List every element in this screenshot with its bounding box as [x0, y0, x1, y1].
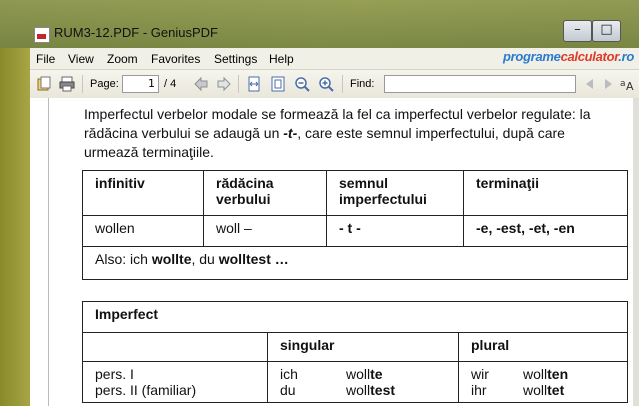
- document-viewport[interactable]: Imperfectul verbelor modale se formează …: [30, 98, 639, 406]
- table-row: wir wollten: [471, 366, 615, 382]
- menu-zoom[interactable]: Zoom: [107, 52, 138, 66]
- person-2: pers. II (familiar): [95, 382, 197, 398]
- logo-part-2: calculator: [560, 49, 619, 64]
- minimize-button[interactable]: –: [563, 20, 592, 42]
- toolbar: Page: 1 / 4 Find: aA: [30, 70, 639, 99]
- intro-line-2b: , care este semnul imperfectului, după c…: [297, 125, 565, 141]
- svg-text:A: A: [626, 80, 634, 92]
- also-prefix: Also: ich: [95, 251, 152, 267]
- plural-cell: wir wollten ihr wolltet: [458, 361, 628, 403]
- cell-terminatii: -e, -est, -et, -en: [463, 215, 628, 247]
- person-1: pers. I: [95, 366, 134, 382]
- find-input[interactable]: [384, 75, 576, 93]
- window-title: RUM3-12.PDF - GeniusPDF: [54, 25, 218, 40]
- table-row: du wolltest: [280, 382, 446, 398]
- zoom-in-icon[interactable]: [318, 76, 334, 92]
- plural-ending: ten: [547, 366, 569, 382]
- page-label: Page:: [90, 78, 119, 90]
- pdf-page: Imperfectul verbelor modale se formează …: [48, 98, 635, 406]
- fit-width-icon[interactable]: [246, 76, 262, 92]
- person-cell: pers. I pers. II (familiar): [82, 361, 268, 403]
- vertical-scrollbar[interactable]: [633, 98, 639, 406]
- intro-line-1: Imperfectul verbelor modale se formează …: [84, 106, 591, 122]
- match-case-icon[interactable]: aA: [620, 76, 636, 92]
- page-number-input[interactable]: 1: [122, 75, 159, 93]
- singular-ending: te: [370, 366, 383, 382]
- singular-stem: woll: [346, 382, 371, 398]
- find-label: Find:: [350, 78, 375, 90]
- plural-ending: tet: [547, 382, 565, 398]
- person-header-empty: [82, 332, 268, 362]
- plural-pronoun: ihr: [471, 382, 487, 398]
- singular-cell: ich wollte du wolltest: [267, 361, 459, 403]
- also-mid: , du: [191, 251, 219, 267]
- logo-part-3: .ro: [618, 49, 634, 64]
- svg-text:a: a: [620, 79, 626, 89]
- header-infinitiv: infinitiv: [82, 170, 204, 216]
- fit-page-icon[interactable]: [270, 76, 286, 92]
- cell-radacina: woll –: [203, 215, 327, 247]
- header-terminatii: terminaţii: [463, 170, 628, 216]
- also-word-1: wollte: [151, 251, 192, 267]
- plural-header: plural: [458, 332, 628, 362]
- singular-stem: woll: [346, 366, 371, 382]
- separator: [82, 75, 83, 93]
- also-word-2: wolltest: [218, 251, 271, 267]
- app-window: RUM3-12.PDF - GeniusPDF – □ File View Zo…: [0, 0, 639, 406]
- cell-semnul: - t -: [326, 215, 464, 247]
- header-semnul: semnul imperfectului: [326, 170, 464, 216]
- conjugation-rule-table: infinitiv rădăcina verbului semnul imper…: [82, 170, 628, 280]
- header-radacina: rădăcina verbului: [203, 170, 327, 216]
- page-total: / 4: [164, 78, 177, 90]
- also-suffix: …: [270, 251, 289, 267]
- maximize-button[interactable]: □: [592, 20, 621, 42]
- find-previous-icon[interactable]: [582, 76, 598, 92]
- intro-paragraph: Imperfectul verbelor modale se formează …: [84, 105, 624, 162]
- plural-stem: woll: [523, 366, 548, 382]
- singular-pronoun: ich: [280, 366, 298, 382]
- separator: [342, 75, 343, 93]
- zoom-out-icon[interactable]: [294, 76, 310, 92]
- menu-view[interactable]: View: [68, 52, 94, 66]
- menu-settings[interactable]: Settings: [214, 52, 257, 66]
- print-icon[interactable]: [59, 76, 75, 92]
- singular-pronoun: du: [280, 382, 296, 398]
- singular-header: singular: [267, 332, 459, 362]
- table-row: ich wollte: [280, 366, 446, 382]
- logo-part-1: programe: [503, 49, 561, 64]
- table-row: ihr wolltet: [471, 382, 615, 398]
- menu-help[interactable]: Help: [269, 52, 294, 66]
- menu-file[interactable]: File: [36, 52, 55, 66]
- imperfect-table: Imperfect singular plural pers. I pers. …: [82, 301, 628, 403]
- imperfect-title: Imperfect: [82, 301, 628, 333]
- intro-line-3: urmează terminaţiile.: [84, 144, 214, 160]
- desktop-background-strip: [0, 48, 30, 406]
- title-bar[interactable]: RUM3-12.PDF - GeniusPDF – □: [0, 0, 639, 48]
- next-page-icon[interactable]: [216, 76, 232, 92]
- cell-infinitiv: wollen: [82, 215, 204, 247]
- plural-stem: woll: [523, 382, 548, 398]
- plural-pronoun: wir: [471, 366, 489, 382]
- find-next-icon[interactable]: [600, 76, 616, 92]
- pdf-app-icon[interactable]: [34, 27, 50, 43]
- menu-favorites[interactable]: Favorites: [151, 52, 200, 66]
- singular-ending: test: [370, 382, 396, 398]
- intro-line-2a: rădăcina verbului se adaugă un: [84, 125, 284, 141]
- intro-marker: -t-: [283, 125, 298, 141]
- open-icon[interactable]: [36, 76, 52, 92]
- also-row: Also: ich wollte, du wolltest …: [82, 246, 628, 280]
- previous-page-icon[interactable]: [193, 76, 209, 92]
- separator: [238, 75, 239, 93]
- site-logo: programecalculator.ro: [503, 49, 634, 64]
